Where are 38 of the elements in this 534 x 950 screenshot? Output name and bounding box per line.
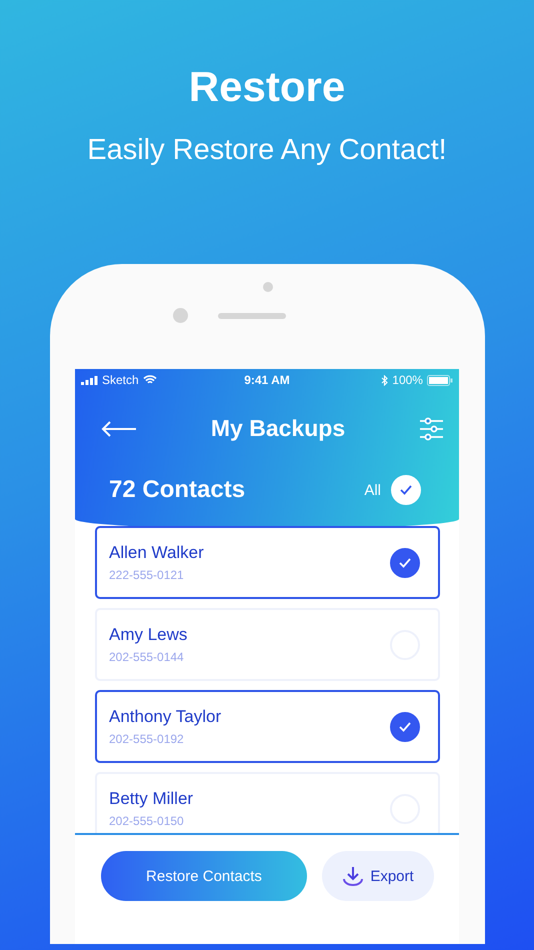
page-title: Restore	[188, 62, 346, 112]
restore-contacts-button[interactable]: Restore Contacts	[101, 851, 307, 901]
check-icon	[399, 558, 411, 568]
carrier-label: Sketch	[102, 373, 139, 387]
contact-card[interactable]: Betty Miller 202-555-0150	[95, 772, 440, 833]
filter-settings-icon[interactable]	[419, 416, 443, 440]
contact-name: Amy Lews	[109, 625, 188, 645]
contact-name: Anthony Taylor	[109, 707, 222, 727]
battery-icon	[426, 374, 453, 386]
signal-icon	[81, 376, 98, 384]
export-button[interactable]: Export	[322, 851, 434, 901]
wifi-icon	[142, 375, 157, 385]
contact-checkbox[interactable]	[390, 548, 420, 578]
contact-card[interactable]: Allen Walker 222-555-0121	[95, 526, 440, 599]
contact-name: Allen Walker	[109, 543, 204, 563]
download-icon	[342, 866, 364, 886]
select-all-checkbox[interactable]	[391, 475, 421, 505]
sensor-dot	[263, 282, 273, 292]
page-subtitle: Easily Restore Any Contact!	[87, 133, 447, 168]
back-arrow-icon[interactable]	[101, 420, 137, 436]
check-icon	[399, 722, 411, 732]
contact-phone: 222-555-0121	[109, 568, 185, 582]
bluetooth-icon	[381, 374, 388, 386]
camera-dot	[172, 308, 188, 323]
contact-phone: 202-555-0150	[109, 814, 185, 828]
speaker-slot	[218, 312, 286, 318]
contact-count: 72 Contacts	[109, 476, 246, 504]
battery-percent: 100%	[392, 373, 423, 387]
contact-card[interactable]: Amy Lews 202-555-0144	[95, 608, 440, 681]
select-all-label: All	[364, 482, 381, 498]
screen-title: My Backups	[210, 415, 346, 442]
contact-phone: 202-555-0144	[109, 650, 185, 664]
check-icon	[400, 485, 412, 495]
status-time: 9:41 AM	[244, 373, 290, 387]
contact-name: Betty Miller	[109, 789, 194, 809]
contact-checkbox[interactable]	[390, 712, 420, 742]
contact-phone: 202-555-0192	[109, 732, 185, 746]
contact-card[interactable]: Anthony Taylor 202-555-0192	[95, 690, 440, 763]
